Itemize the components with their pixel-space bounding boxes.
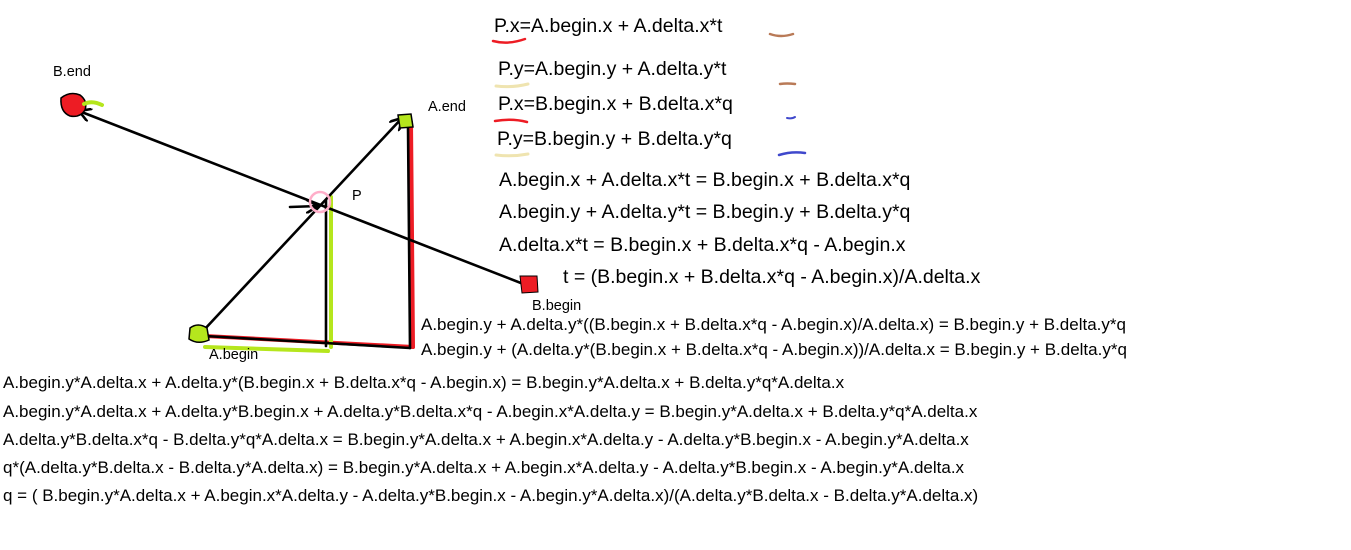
underline-brown-1: [768, 32, 795, 38]
label-b-end: B.end: [53, 64, 91, 80]
b-end-point: [60, 92, 87, 118]
underline-tan-2: [494, 152, 530, 158]
equation-x-equality: A.begin.x + A.delta.x*t = B.begin.x + B.…: [499, 169, 911, 191]
equation-substitution-1: A.begin.y + A.delta.y*((B.begin.x + B.de…: [421, 315, 1126, 334]
equation-px-a: P.x=A.begin.x + A.delta.x*t: [494, 15, 723, 37]
a-end-point: [397, 113, 414, 129]
equation-substitution-2: A.begin.y + (A.delta.y*(B.begin.x + B.de…: [421, 340, 1127, 359]
equation-step-1: A.begin.y*A.delta.x + A.delta.y*(B.begin…: [3, 373, 845, 392]
equation-y-equality: A.begin.y + A.delta.y*t = B.begin.y + B.…: [499, 201, 911, 223]
equation-step-3: A.delta.y*B.delta.x*q - B.delta.y*q*A.de…: [3, 430, 969, 449]
equation-py-b: P.y=B.begin.y + B.delta.y*q: [497, 128, 732, 150]
b-end-green-mark: [82, 100, 104, 107]
p-pointer-arrow: [288, 206, 320, 207]
underline-blue-1: [786, 116, 796, 120]
label-a-begin: A.begin: [209, 347, 259, 363]
equation-q-solution: q = ( B.begin.y*A.delta.x + A.begin.x*A.…: [3, 486, 979, 505]
vector-b-arrow: [77, 111, 528, 287]
underline-brown-2: [778, 82, 797, 86]
a-begin-point: [188, 324, 210, 343]
equation-step-2: A.begin.y*A.delta.x + A.delta.y*B.begin.…: [3, 402, 978, 421]
underline-blue-2: [777, 151, 807, 157]
equation-px-b: P.x=B.begin.x + B.delta.x*q: [498, 93, 733, 115]
label-p: P: [352, 188, 362, 204]
label-b-begin: B.begin: [532, 298, 582, 314]
equation-x-rearranged: A.delta.x*t = B.begin.x + B.delta.x*q - …: [499, 234, 906, 256]
underline-red-1: [491, 37, 527, 44]
label-a-end: A.end: [428, 99, 466, 115]
underline-tan-1: [494, 82, 530, 89]
equation-py-a: P.y=A.begin.y + A.delta.y*t: [498, 58, 727, 80]
equation-step-4: q*(A.delta.y*B.delta.x - B.delta.y*A.del…: [3, 458, 965, 477]
a-delta-y-red-segment: [409, 120, 415, 349]
equation-t-solution: t = (B.begin.x + B.delta.x*q - A.begin.x…: [563, 266, 981, 288]
underline-red-2: [493, 118, 529, 124]
b-begin-point: [519, 275, 539, 294]
